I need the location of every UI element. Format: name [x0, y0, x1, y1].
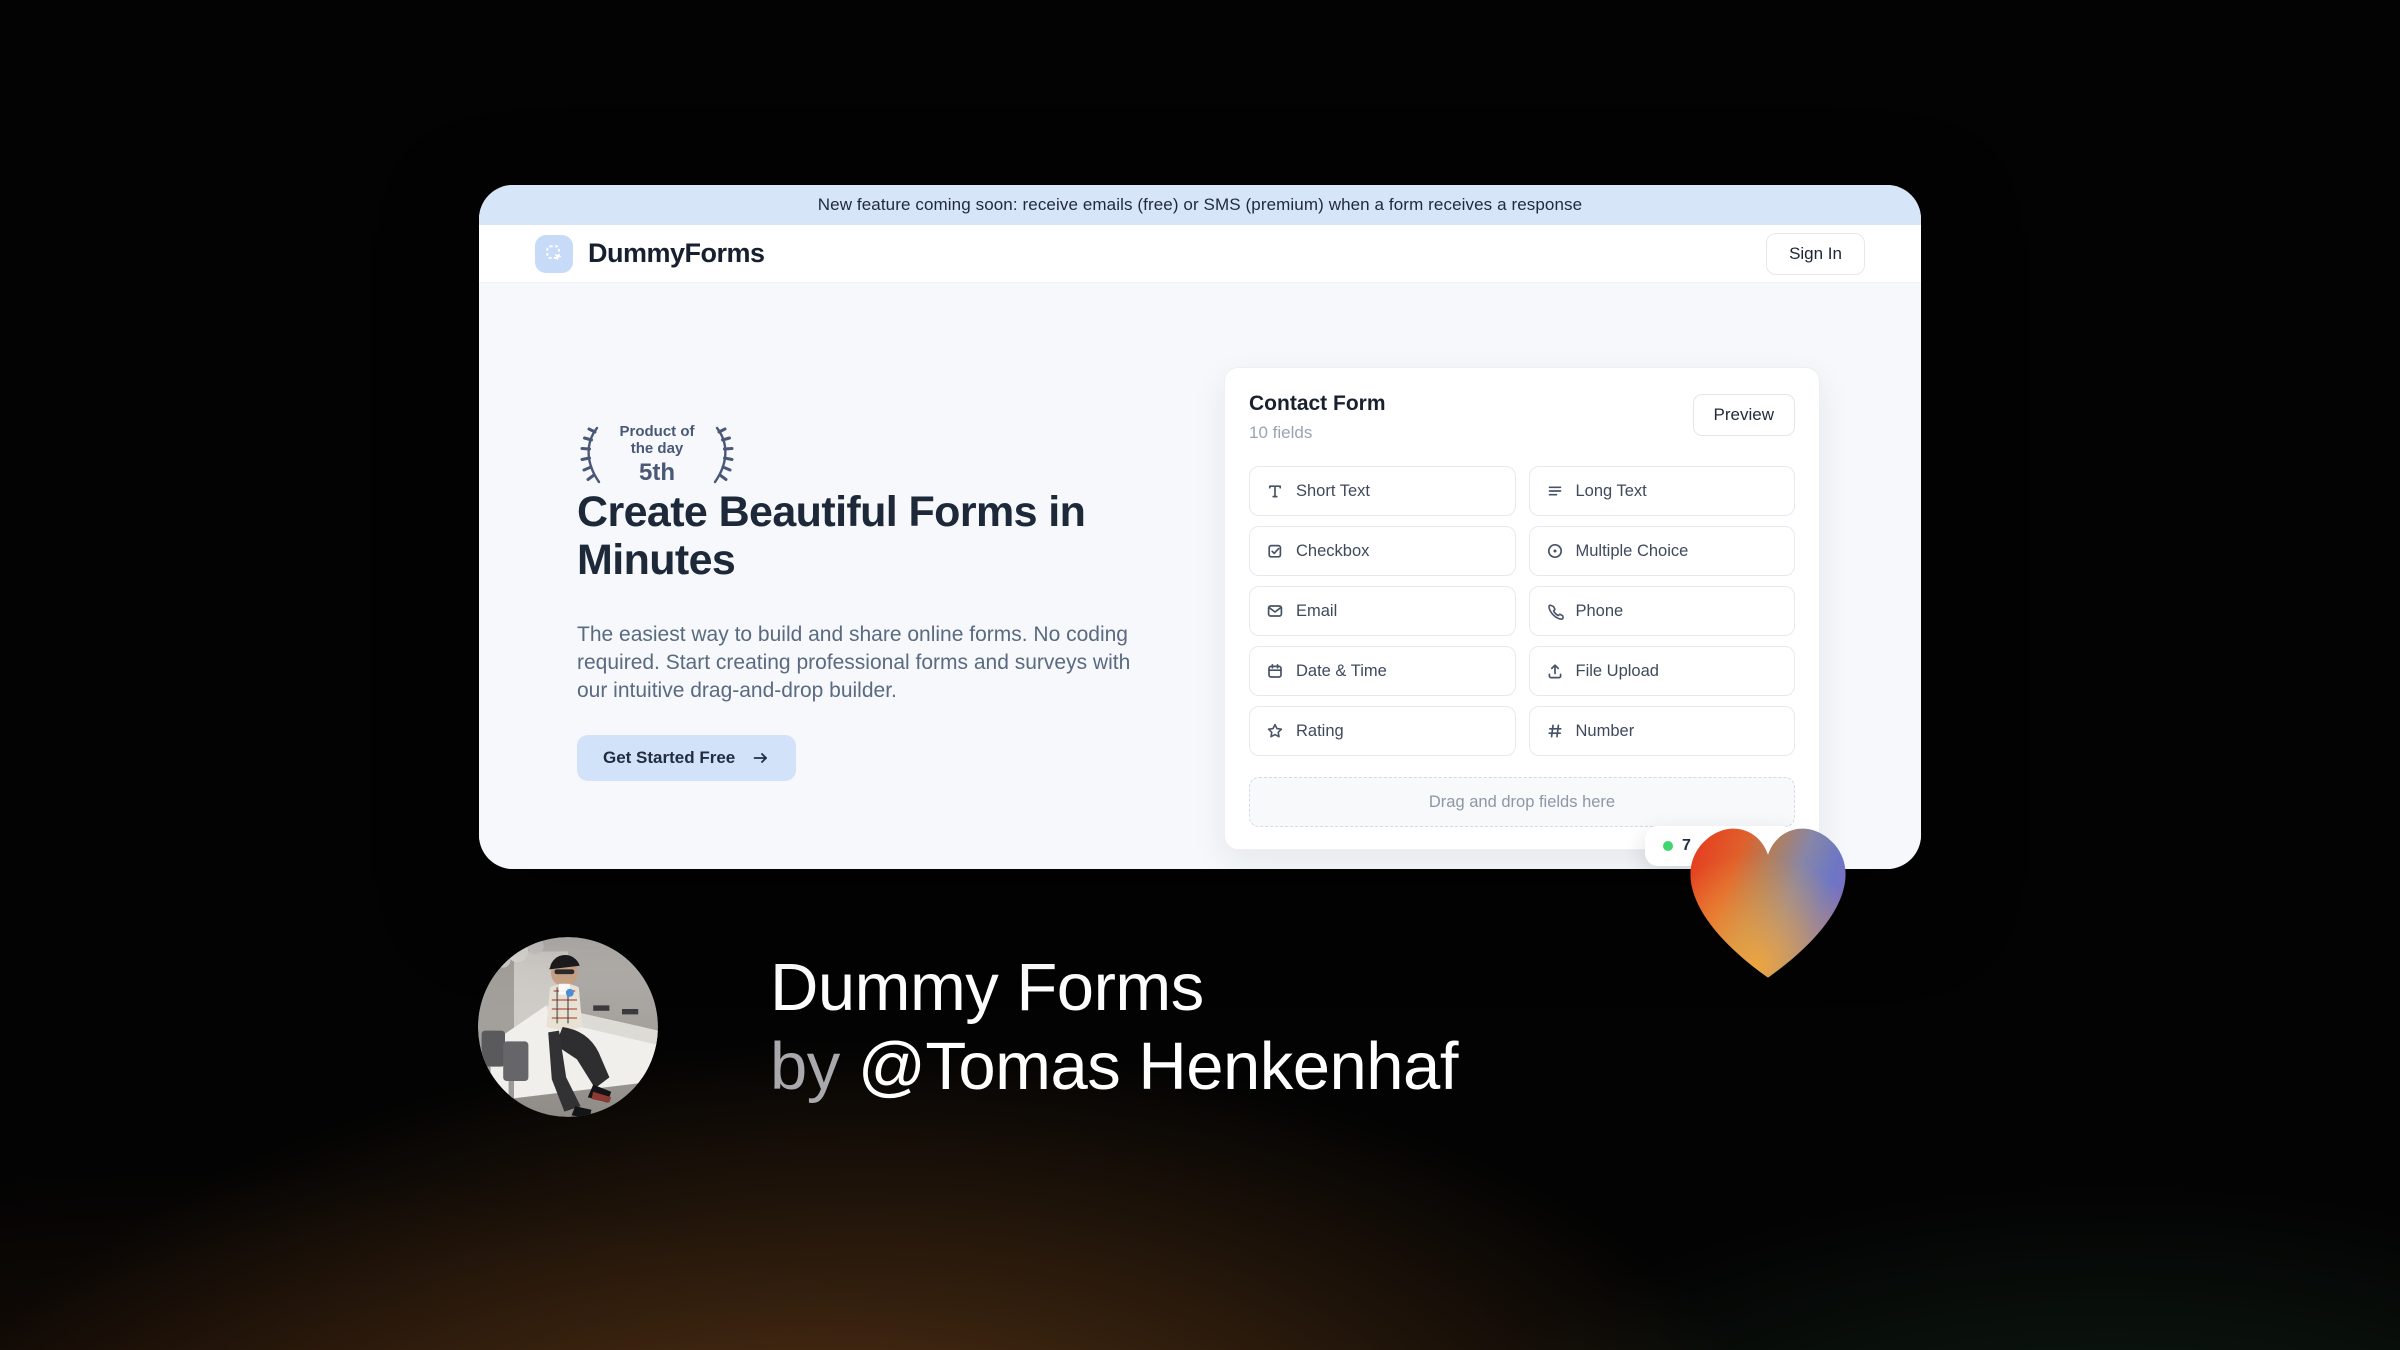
multiple-choice-icon [1547, 543, 1562, 559]
award-text: Product of the day 5th [609, 423, 705, 487]
brand-name: DummyForms [588, 238, 765, 268]
sign-in-button[interactable]: Sign In [1766, 232, 1865, 275]
number-icon [1547, 724, 1562, 738]
top-nav: DummyForms Sign In [479, 225, 1921, 283]
drag-drop-text: Drag and drop fields here [1428, 792, 1616, 811]
caption-line2: by @Tomas Henkenhaf [770, 1027, 1458, 1106]
checkbox-icon [1268, 544, 1282, 558]
file-upload-icon [1548, 664, 1561, 679]
product-of-the-day-badge: Product of the day 5th [577, 423, 737, 487]
long-text-icon [1548, 486, 1561, 496]
hero-description: The easiest way to build and share onlin… [577, 623, 1131, 702]
field-chip-label: Date & Time [1296, 661, 1387, 680]
arrow-right-icon [753, 753, 768, 763]
get-started-button[interactable]: Get Started Free [577, 735, 797, 781]
caption: Dummy Forms by @Tomas Henkenhaf [770, 948, 1458, 1106]
field-type-grid: Short Text Long Text Checkbox Multiple C… [1249, 466, 1795, 756]
field-chip-number[interactable]: Number [1528, 706, 1795, 756]
announcement-text: New feature coming soon: receive emails … [817, 195, 1583, 214]
date-time-icon [1268, 663, 1282, 678]
email-icon [1267, 605, 1283, 617]
hero-headline: Create Beautiful Forms in Minutes [577, 488, 1086, 584]
field-chip-label: Short Text [1296, 481, 1370, 500]
heart-icon [1690, 828, 1846, 978]
field-chip-date-time[interactable]: Date & Time [1249, 646, 1516, 696]
caption-line1: Dummy Forms [770, 950, 1204, 1025]
laurel-right-icon [713, 426, 734, 484]
field-chip-label: File Upload [1575, 661, 1659, 680]
rating-icon [1267, 723, 1283, 738]
announcement-banner: New feature coming soon: receive emails … [479, 185, 1921, 225]
field-chip-label: Email [1296, 601, 1338, 620]
get-started-label: Get Started Free [603, 748, 736, 767]
brand-logo[interactable]: DummyForms [535, 234, 765, 273]
field-chip-file-upload[interactable]: File Upload [1528, 646, 1795, 696]
field-chip-short-text[interactable]: Short Text [1249, 466, 1516, 516]
field-chip-label: Long Text [1575, 481, 1647, 500]
field-chip-label: Multiple Choice [1575, 541, 1689, 560]
field-chip-checkbox[interactable]: Checkbox [1249, 526, 1516, 576]
author-avatar [478, 937, 658, 1117]
phone-icon [1547, 604, 1564, 620]
laurel-left-icon [580, 426, 601, 484]
field-chip-label: Phone [1575, 601, 1624, 620]
field-chip-long-text[interactable]: Long Text [1528, 466, 1795, 516]
preview-button[interactable]: Preview [1692, 394, 1795, 436]
caption-by: by [770, 1029, 840, 1104]
field-chip-email[interactable]: Email [1249, 586, 1516, 636]
award-title: Product of the day [619, 423, 695, 457]
form-builder-card: Contact Form 10 fields Preview Short Tex… [1224, 367, 1820, 850]
field-chip-multiple-choice[interactable]: Multiple Choice [1528, 526, 1795, 576]
field-chip-phone[interactable]: Phone [1528, 586, 1795, 636]
short-text-icon [1268, 485, 1282, 498]
field-chip-label: Number [1575, 721, 1635, 740]
hero-section: Product of the day 5th Create Beautiful … [479, 283, 1921, 869]
award-rank: 5th [639, 459, 675, 486]
caption-author: @Tomas Henkenhaf [857, 1029, 1459, 1104]
cursor-select-icon [535, 234, 573, 273]
browser-window: New feature coming soon: receive emails … [479, 185, 1921, 869]
field-chip-label: Rating [1296, 721, 1344, 740]
field-chip-rating[interactable]: Rating [1249, 706, 1516, 756]
field-chip-label: Checkbox [1296, 541, 1370, 560]
